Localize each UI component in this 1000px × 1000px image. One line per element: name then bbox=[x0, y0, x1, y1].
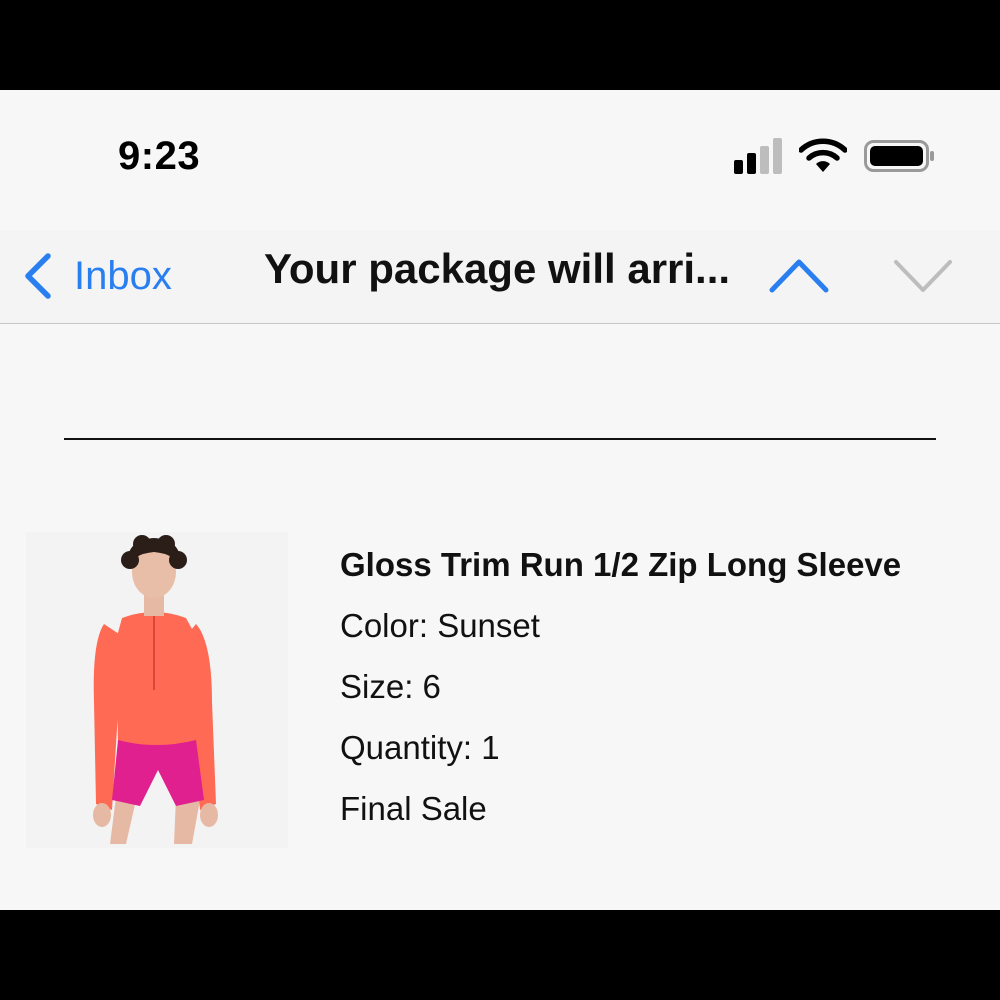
previous-message-button[interactable] bbox=[768, 252, 830, 296]
product-quantity: Quantity: 1 bbox=[340, 729, 500, 766]
product-image bbox=[26, 532, 288, 848]
final-sale-note: Final Sale bbox=[340, 790, 487, 827]
status-time: 9:23 bbox=[118, 134, 201, 178]
section-divider bbox=[64, 438, 936, 440]
mail-navigation-bar: Inbox Your package will arri... bbox=[0, 230, 1000, 324]
back-to-inbox-button[interactable]: Inbox bbox=[22, 246, 172, 306]
wifi-icon bbox=[799, 138, 847, 172]
next-message-button[interactable] bbox=[892, 252, 954, 296]
battery-icon bbox=[864, 140, 934, 172]
back-label: Inbox bbox=[74, 253, 172, 298]
product-size: Size: 6 bbox=[340, 668, 441, 705]
message-subject: Your package will arri... bbox=[264, 245, 731, 292]
phone-screen: 9:23 Inbox Your package will arri... Glo… bbox=[0, 90, 1000, 910]
cellular-signal-icon bbox=[734, 138, 782, 174]
product-color: Color: Sunset bbox=[340, 607, 540, 644]
chevron-left-icon bbox=[25, 253, 51, 299]
product-name: Gloss Trim Run 1/2 Zip Long Sleeve bbox=[340, 546, 902, 583]
